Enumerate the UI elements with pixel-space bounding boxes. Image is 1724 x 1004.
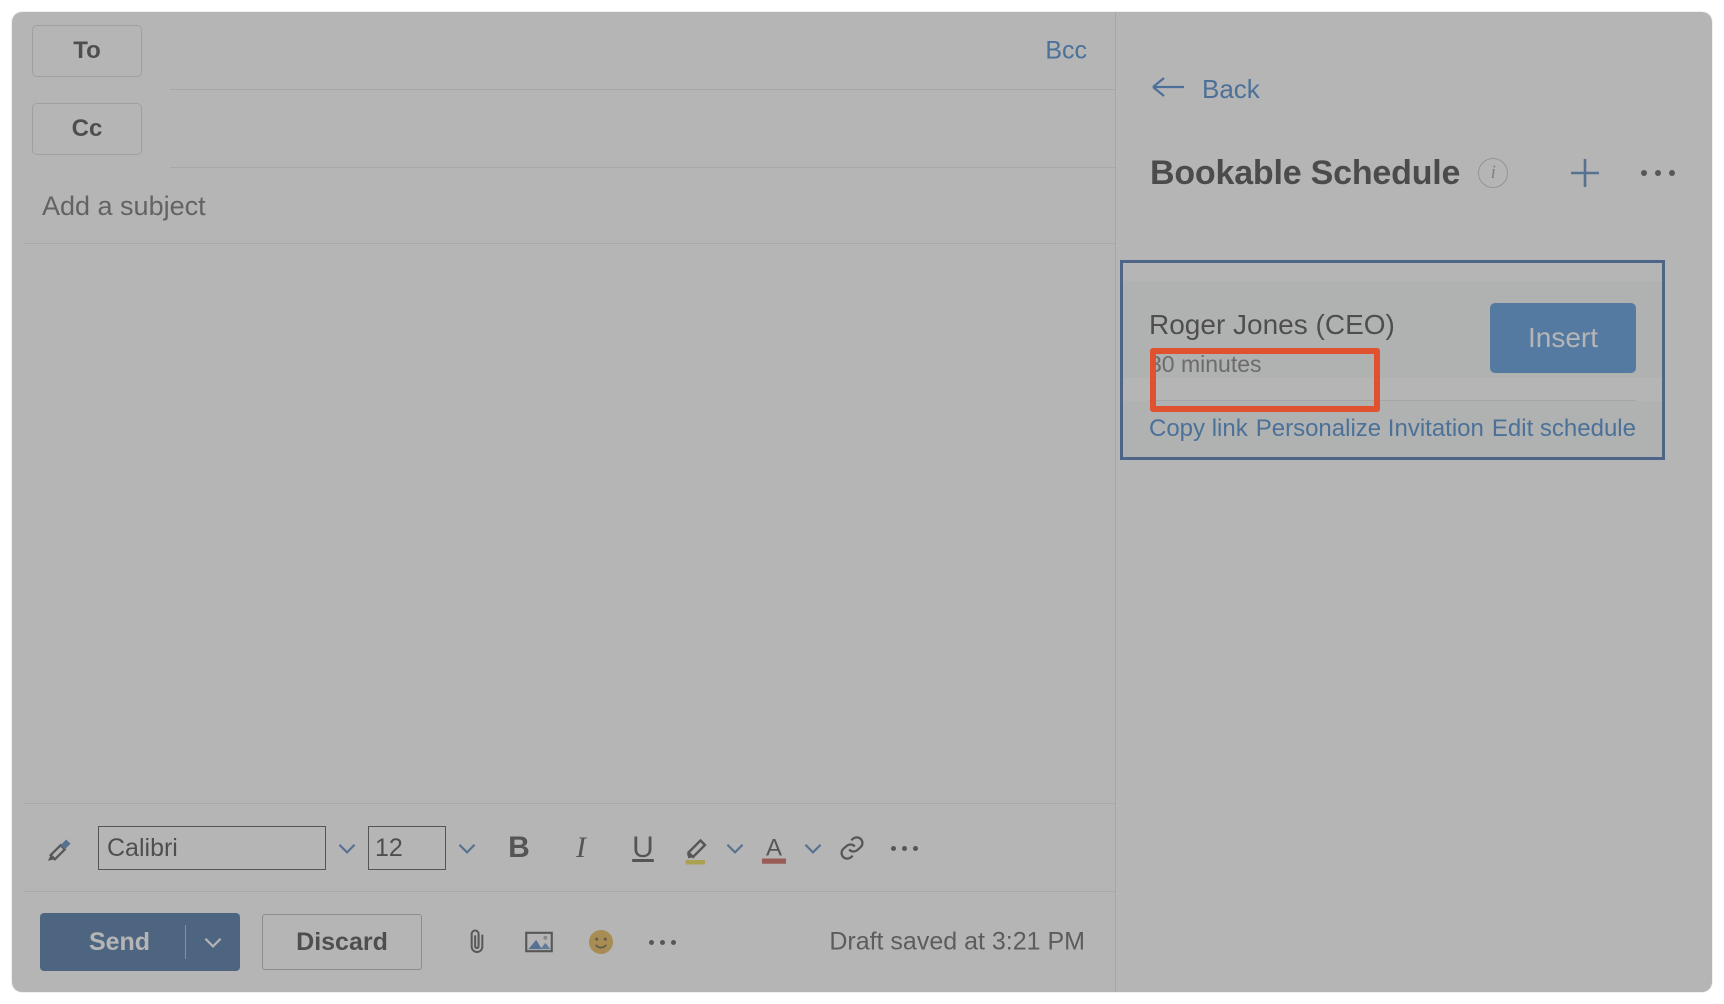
info-icon[interactable]: i: [1478, 158, 1509, 188]
font-family-input[interactable]: Calibri: [98, 826, 326, 870]
card-actions: Copy link Personalize Invitation Edit sc…: [1123, 401, 1662, 458]
font-family-chevron-down-icon[interactable]: [326, 826, 368, 870]
card-body: Roger Jones (CEO) 30 minutes Insert: [1123, 281, 1662, 379]
emoji-icon[interactable]: [570, 914, 632, 970]
plus-icon[interactable]: [1562, 150, 1608, 196]
bcc-label: Bcc: [1045, 36, 1087, 65]
insert-label: Insert: [1527, 322, 1599, 353]
format-painter-icon[interactable]: [40, 826, 84, 870]
dot: [890, 845, 896, 851]
dot: [670, 939, 676, 945]
dot: [1655, 170, 1661, 176]
dot: [912, 845, 918, 851]
to-row: To Bcc: [12, 12, 1115, 90]
svg-text:A: A: [766, 835, 782, 862]
subject-row[interactable]: Add a subject: [12, 168, 1115, 244]
more-formatting-options-button[interactable]: [874, 826, 934, 870]
back-button[interactable]: Back: [1150, 74, 1260, 105]
discard-label: Discard: [296, 927, 388, 956]
compose-pane: To Bcc Cc Add a subject Calibri 12 B I U…: [12, 12, 1115, 992]
arrow-left-icon: [1150, 74, 1188, 105]
formatting-toolbar: Calibri 12 B I U A: [12, 804, 1115, 892]
more-options-button[interactable]: [1630, 150, 1686, 196]
dot: [1669, 170, 1675, 176]
dot: [1641, 170, 1647, 176]
card-top-strip: [1123, 263, 1662, 281]
panel-header: Bookable Schedule i: [1150, 150, 1686, 196]
more-options-button[interactable]: [632, 920, 692, 964]
to-label: To: [73, 37, 101, 64]
outlook-compose-window: To Bcc Cc Add a subject Calibri 12 B I U…: [12, 12, 1712, 992]
paperclip-icon[interactable]: [446, 914, 508, 970]
discard-button[interactable]: Discard: [262, 914, 422, 970]
send-options-chevron-down-icon[interactable]: [186, 929, 240, 955]
link-icon[interactable]: [830, 826, 874, 870]
font-color-chevron-down-icon[interactable]: [796, 826, 830, 870]
send-toolbar: Send Discard Draft saved at 3:21 PM: [12, 892, 1115, 992]
font-size-input[interactable]: 12: [368, 826, 446, 870]
message-body-editor[interactable]: [12, 244, 1115, 804]
card-details: Roger Jones (CEO) 30 minutes: [1149, 303, 1490, 378]
subject-input[interactable]: Add a subject: [42, 191, 206, 222]
font-color-icon[interactable]: A: [752, 826, 796, 870]
bold-button[interactable]: B: [488, 826, 550, 870]
schedule-owner-name: Roger Jones (CEO): [1149, 309, 1395, 340]
picture-icon[interactable]: [508, 914, 570, 970]
underline-button[interactable]: U: [612, 826, 674, 870]
schedule-duration: 30 minutes: [1149, 351, 1262, 378]
send-button[interactable]: Send: [40, 913, 240, 971]
page-title: Bookable Schedule: [1150, 153, 1461, 192]
dot: [901, 845, 907, 851]
draft-status: Draft saved at 3:21 PM: [829, 927, 1085, 956]
send-label: Send: [88, 927, 151, 956]
bcc-button[interactable]: Bcc: [1045, 37, 1087, 66]
to-button[interactable]: To: [32, 25, 142, 77]
personalize-invitation-button[interactable]: Personalize Invitation: [1256, 415, 1484, 443]
italic-button[interactable]: I: [550, 826, 612, 870]
highlighter-icon[interactable]: [674, 826, 718, 870]
cc-row: Cc: [12, 90, 1115, 168]
cc-button[interactable]: Cc: [32, 103, 142, 155]
copy-link-button[interactable]: Copy link: [1149, 415, 1248, 443]
highlight-color-chevron-down-icon[interactable]: [718, 826, 752, 870]
dot: [659, 939, 665, 945]
edit-schedule-button[interactable]: Edit schedule: [1492, 415, 1636, 443]
font-size-chevron-down-icon[interactable]: [446, 826, 488, 870]
insert-button[interactable]: Insert: [1490, 303, 1636, 373]
cc-label: Cc: [71, 115, 103, 142]
dot: [648, 939, 654, 945]
bookable-schedule-card: Roger Jones (CEO) 30 minutes Insert Copy…: [1120, 260, 1665, 461]
bookable-schedule-panel: Back Bookable Schedule i Roger Jones (CE…: [1115, 12, 1712, 992]
back-label: Back: [1202, 74, 1260, 104]
